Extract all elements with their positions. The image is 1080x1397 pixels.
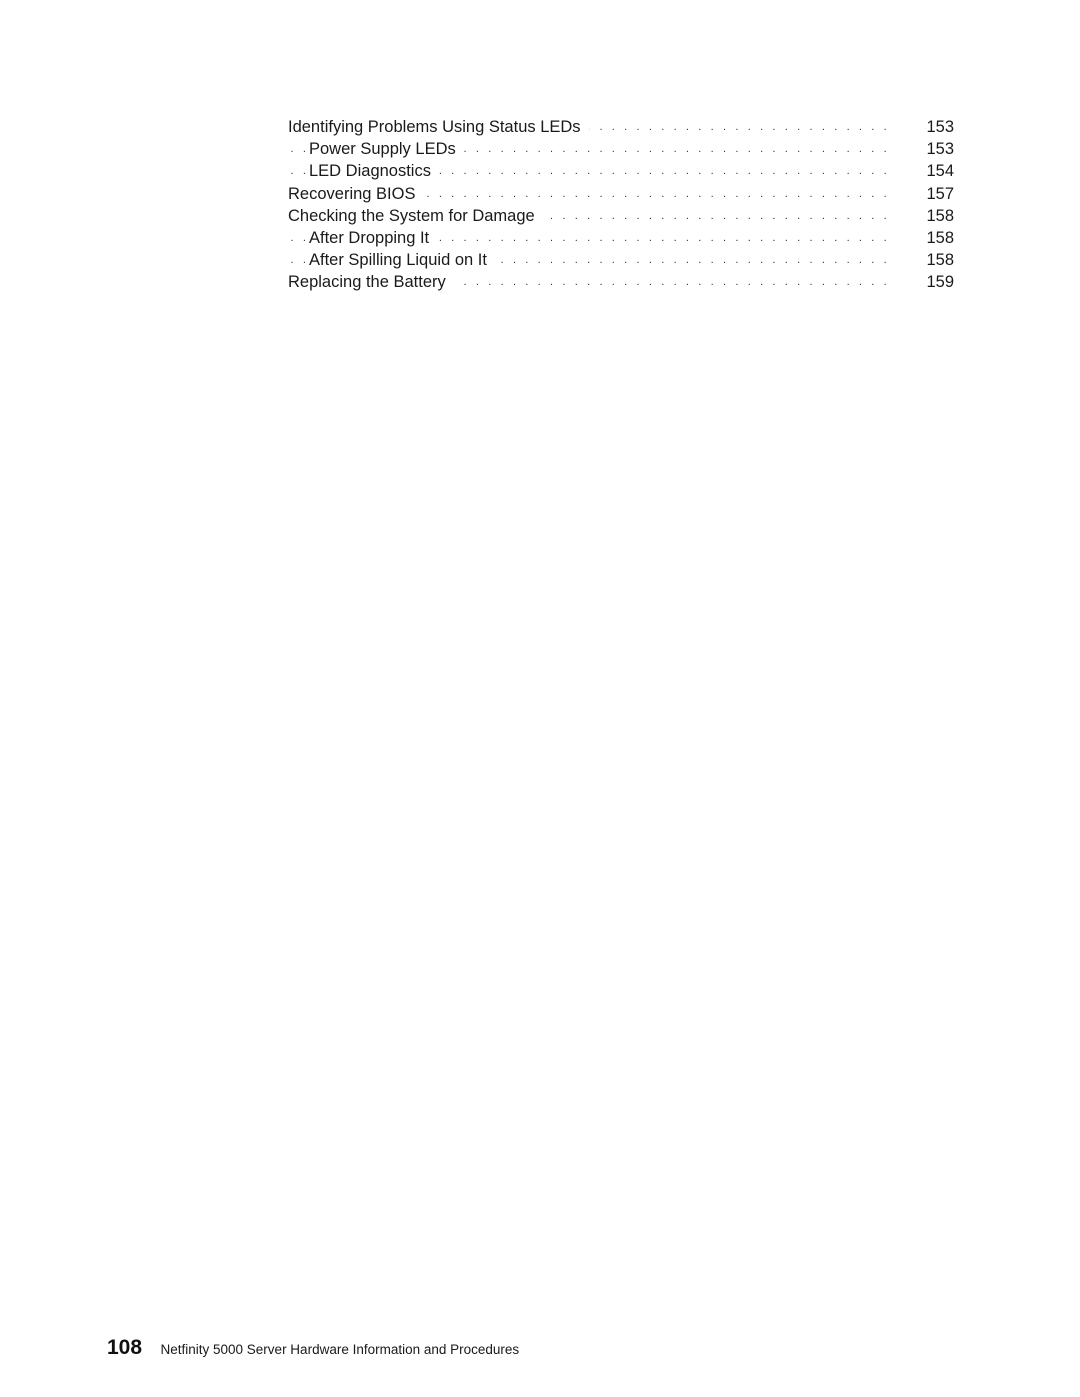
toc-entry-title[interactable]: Recovering BIOS [288, 182, 424, 205]
toc-entry-page[interactable]: 154 [914, 160, 954, 182]
table-of-contents: Identifying Problems Using Status LEDs .… [288, 116, 954, 294]
toc-entry-page[interactable]: 158 [914, 249, 954, 271]
toc-entry-page[interactable]: 158 [914, 227, 954, 249]
toc-entry[interactable]: Recovering BIOS ........................… [288, 182, 954, 205]
book-title: Netfinity 5000 Server Hardware Informati… [160, 1342, 520, 1357]
toc-entry[interactable]: Power Supply LEDs ......................… [288, 138, 954, 161]
toc-entry[interactable]: Identifying Problems Using Status LEDs .… [288, 116, 954, 138]
page-footer: 108 Netfinity 5000 Server Hardware Infor… [107, 1336, 519, 1366]
toc-entry[interactable]: LED Diagnostics ........................… [288, 160, 954, 183]
toc-entry-page[interactable]: 158 [914, 205, 954, 227]
toc-entry-title[interactable]: Replacing the Battery [288, 271, 454, 294]
toc-entry[interactable]: After Spilling Liquid on It ............… [288, 249, 954, 272]
toc-entry-page[interactable]: 159 [914, 271, 954, 293]
toc-entry-page[interactable]: 153 [914, 116, 954, 138]
toc-entry-title[interactable]: Power Supply LEDs [309, 138, 464, 161]
toc-entry-page[interactable]: 153 [914, 138, 954, 160]
toc-entry-page[interactable]: 157 [914, 183, 954, 205]
toc-entry[interactable]: Checking the System for Damage .........… [288, 204, 954, 227]
toc-entry[interactable]: Replacing the Battery ..................… [288, 271, 954, 294]
toc-entry-title[interactable]: Checking the System for Damage [288, 204, 543, 227]
toc-entry-title[interactable]: After Dropping It [309, 226, 438, 249]
toc-entry[interactable]: After Dropping It ......................… [288, 226, 954, 249]
toc-entry-title[interactable]: LED Diagnostics [309, 160, 439, 183]
toc-entry-title[interactable]: After Spilling Liquid on It [309, 249, 495, 272]
page-number: 108 [107, 1336, 143, 1359]
toc-entry-title[interactable]: Identifying Problems Using Status LEDs [288, 116, 589, 138]
